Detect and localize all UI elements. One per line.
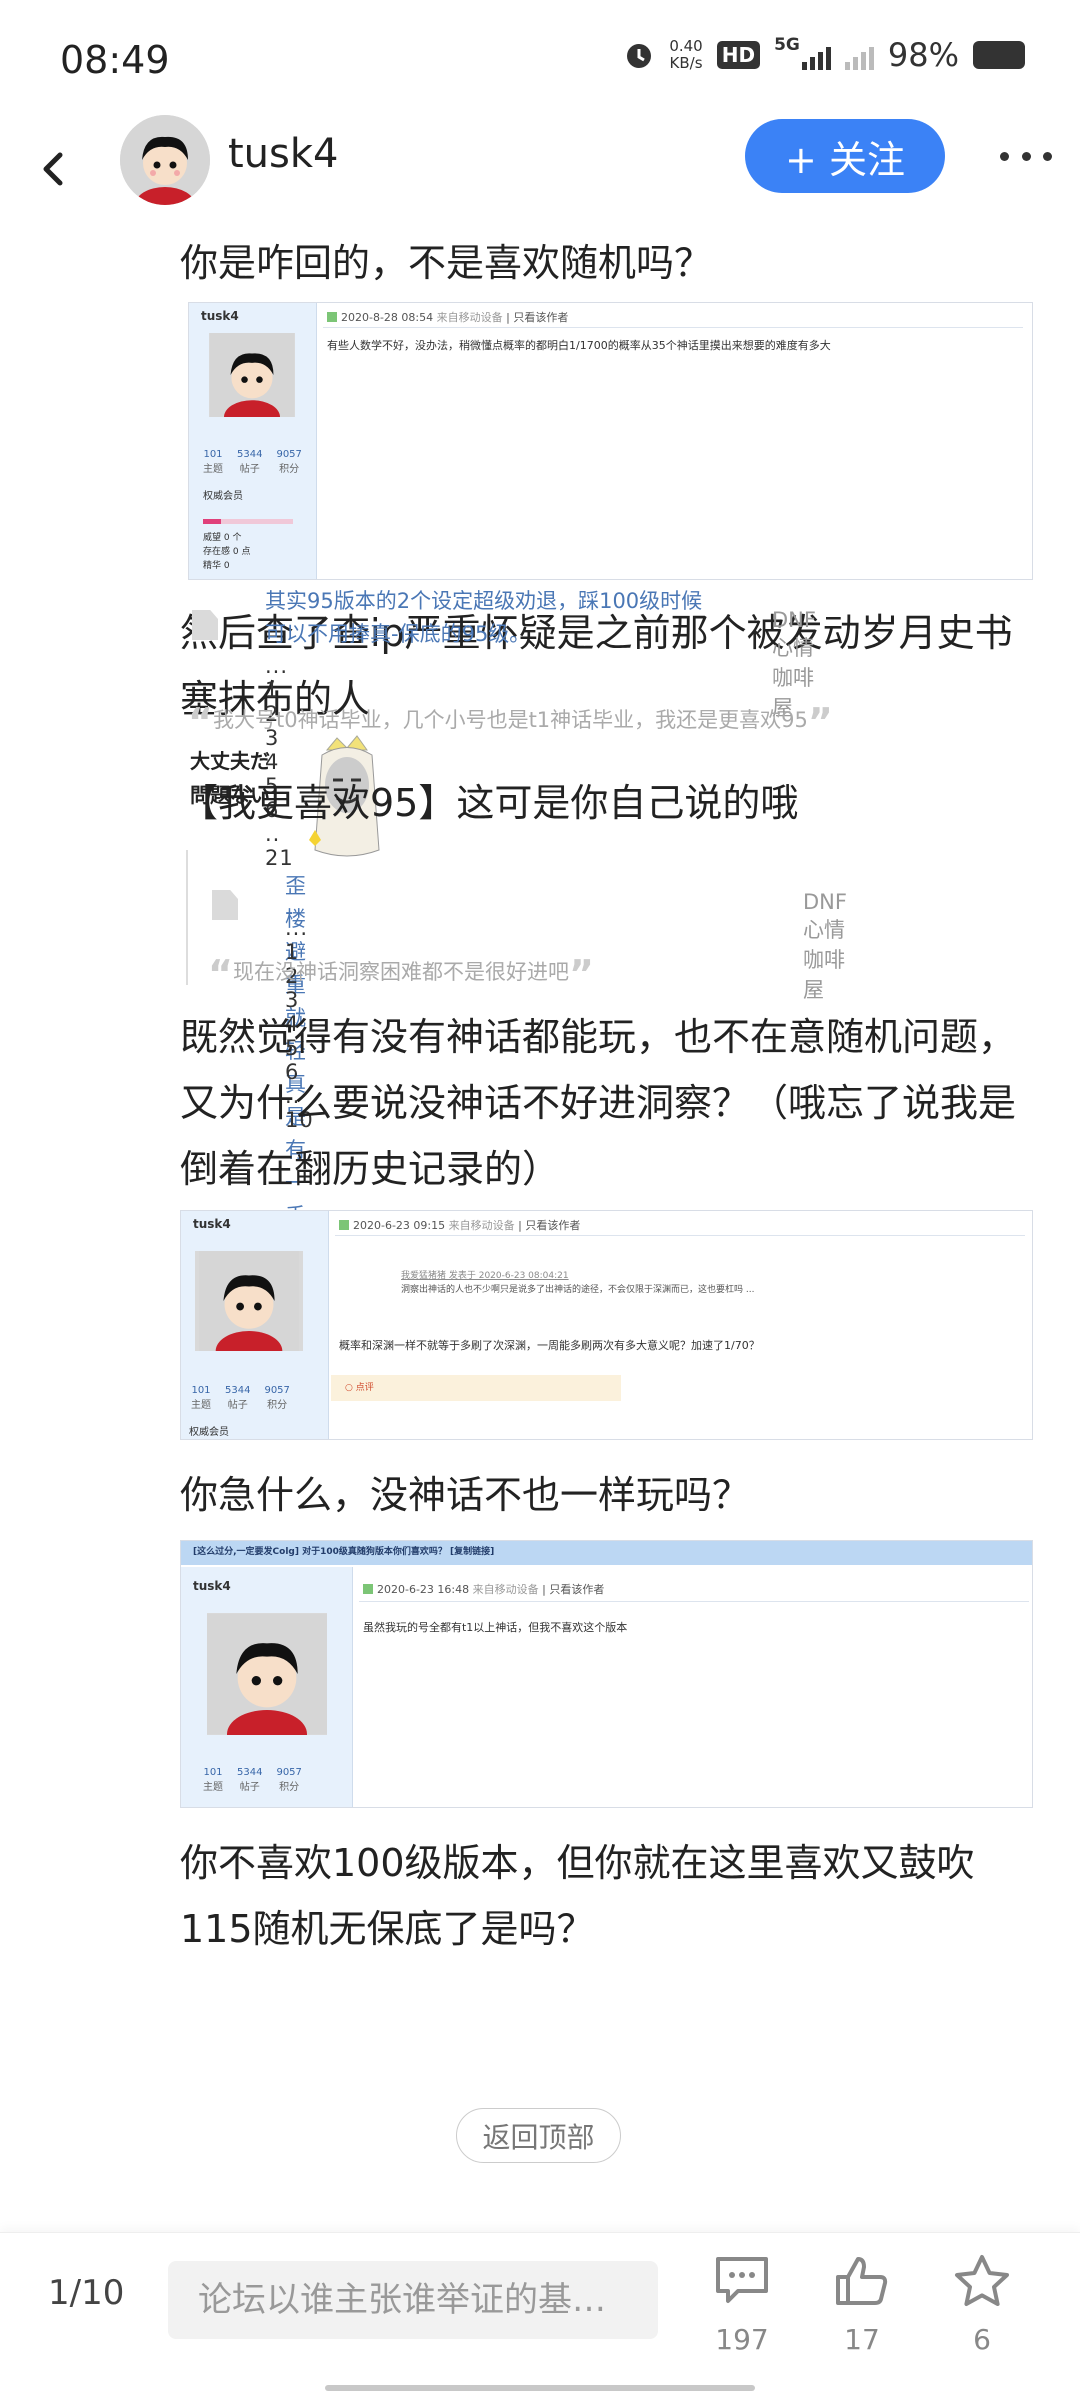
thumbs-up-icon bbox=[836, 2257, 888, 2305]
link-card-1-title-2: 可以不用捧真-保底的95级。 bbox=[265, 622, 531, 646]
back-to-top-button[interactable]: 返回顶部 bbox=[456, 2108, 621, 2163]
battery-icon bbox=[973, 41, 1025, 69]
page-indicator[interactable]: 1/10 bbox=[48, 2273, 124, 2313]
status-bar: 08:49 0.40 KB/s HD 5G 98% bbox=[0, 0, 1080, 115]
forum-screenshot-2: tusk4 101 主题 5344 帖子 9057 积分 权威会员 2020-6-23… bbox=[180, 1210, 1033, 1440]
alarm-icon bbox=[627, 44, 652, 68]
network-speed: 0.40 KB/s bbox=[669, 37, 703, 72]
follow-button[interactable]: + 关注 bbox=[745, 119, 945, 193]
more-options-icon[interactable] bbox=[1000, 141, 1052, 171]
back-arrow-icon bbox=[43, 152, 63, 186]
link-card-2-forum: DNF心情咖啡屋 bbox=[803, 890, 847, 1002]
network-type: 5G bbox=[774, 35, 800, 55]
link-card-1-pages[interactable]: ... 1 2 3 4 5 6 .. 21 bbox=[265, 654, 294, 870]
post-paragraph-1: 你是咋回的，不是喜欢随机吗？ bbox=[180, 241, 713, 285]
status-icons: 0.40 KB/s HD 5G 98% bbox=[623, 35, 1025, 74]
back-button[interactable] bbox=[32, 139, 92, 209]
like-button[interactable]: 17 bbox=[822, 2253, 902, 2363]
post-paragraph-4: 既然觉得有没有神话都能玩，也不在意随机问题，又为什么要说没神话不好进洞察？（哦忘… bbox=[180, 1015, 1017, 1191]
status-time: 08:49 bbox=[60, 38, 170, 82]
likes-count: 17 bbox=[844, 2323, 880, 2356]
avatar-image bbox=[120, 115, 210, 205]
link-card-1-title-1: 其实95版本的2个设定超级劝退，踩100级时候 bbox=[265, 589, 703, 613]
username[interactable]: tusk4 bbox=[228, 131, 339, 177]
forum-screenshot-3: [这么过分,一定要发Colg] 对于100级真随狗版本你们喜欢吗？ [复制链接]… bbox=[180, 1540, 1033, 1808]
post-content: 你是咋回的，不是喜欢随机吗？ tusk4 101 主题 5344 帖子 9057 积分… bbox=[0, 230, 1080, 2230]
hd-badge: HD bbox=[716, 41, 761, 69]
signal-weak-icon bbox=[844, 40, 874, 70]
screenshot-meta: 2020-8-28 08:54 来自移动设备 | 只看该作者 bbox=[327, 309, 568, 325]
screenshot-avatar bbox=[209, 333, 295, 417]
home-indicator[interactable] bbox=[325, 2385, 755, 2391]
star-icon bbox=[955, 2255, 1009, 2306]
signal-icon bbox=[801, 40, 831, 70]
forum-screenshot-1: tusk4 101 主题 5344 帖子 9057 积分 权威会员 威望 0 个 存在… bbox=[188, 302, 1033, 580]
favorite-button[interactable]: 6 bbox=[942, 2253, 1022, 2363]
screenshot-stats: 101 主题 5344 帖子 9057 积分 bbox=[203, 449, 302, 475]
post-paragraph-5: 你急什么，没神话不也一样玩吗？ bbox=[180, 1473, 751, 1517]
bottom-bar: 1/10 论坛以谁主张谁举证的基… 197 17 6 bbox=[0, 2232, 1080, 2400]
screenshot-username: tusk4 bbox=[201, 309, 239, 323]
favorites-count: 6 bbox=[973, 2323, 991, 2356]
screenshot-vip: 权威会员 bbox=[203, 491, 243, 502]
battery-percent: 98% bbox=[887, 36, 959, 74]
comments-button[interactable]: 197 bbox=[702, 2253, 782, 2363]
reply-input[interactable]: 论坛以谁主张谁举证的基… bbox=[168, 2261, 658, 2339]
quote-1: “我大号t0神话毕业，几个小号也是t1神话毕业，我还是更喜欢95” bbox=[188, 700, 833, 744]
avatar[interactable] bbox=[120, 115, 210, 205]
header: tusk4 + 关注 bbox=[0, 115, 1080, 245]
screenshot-body: 有些人数学不好，没办法，稍微懂点概率的都明白1/1700的概率从35个神话里摸出… bbox=[327, 339, 831, 352]
quote-2: “现在没神话洞察困难都不是很好进吧” bbox=[208, 952, 594, 996]
post-paragraph-3: 【我更喜欢95】这可是你自己说的哦 bbox=[180, 781, 799, 825]
post-paragraph-6: 你不喜欢100级版本，但你就在这里喜欢又鼓吹115随机无保底了是吗？ bbox=[180, 1841, 975, 1951]
comment-icon bbox=[716, 2257, 768, 2303]
comments-count: 197 bbox=[715, 2323, 769, 2356]
